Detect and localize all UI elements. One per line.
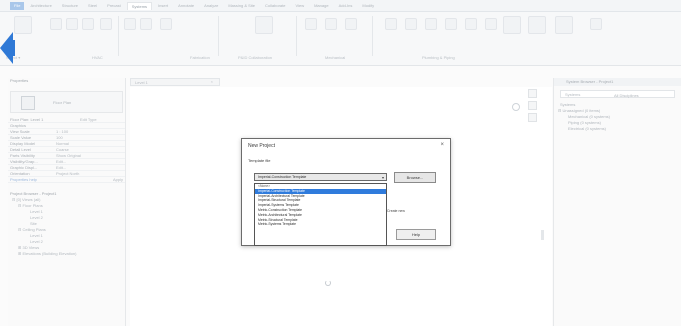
instance-selector[interactable]: Floor Plan: Level 1 [10,117,80,122]
template-select[interactable]: Imperial-Construction Template ▾ [254,173,387,181]
group-label-pid: P&ID Collaboration [238,55,273,60]
view-tab-label: Level 1 [135,80,148,85]
fabrication-settings-icon[interactable] [160,18,172,30]
tab-addins[interactable]: Add-Ins [335,2,357,10]
pointer-arrow-tail [9,40,15,56]
pan-icon[interactable] [527,113,537,122]
properties-title: Properties [10,78,29,83]
group-label-fabrication: Fabrication [190,55,210,60]
zoom-icon[interactable] [527,101,537,110]
mechanical-equipment-icon[interactable] [305,18,317,30]
template-file-label: Template file [248,158,271,163]
tab-precast[interactable]: Precast [103,2,125,10]
multi-point-routing-icon[interactable] [140,18,152,30]
create-new-label: Create new [387,209,405,213]
ribbon-separator [296,16,297,56]
type-name: Floor Plan [53,100,72,105]
tab-structure[interactable]: Structure [58,2,82,10]
navigation-bar [522,86,542,146]
ribbon-tab-bar: File Architecture Structure Steel Precas… [0,0,681,12]
pipe-fitting-icon[interactable] [445,18,457,30]
floor-plan-icon [21,96,35,110]
dialog-title: New Project [248,143,275,149]
tab-insert[interactable]: Insert [154,2,172,10]
group-label-plumbing: Plumbing & Piping [422,55,455,60]
close-icon[interactable]: × [211,79,213,84]
tab-systems[interactable]: Systems [126,1,153,10]
browse-button[interactable]: Browse... [394,172,436,183]
type-selector[interactable]: Floor Plan [10,91,123,113]
electrical-icon[interactable] [555,16,573,34]
duct-icon[interactable] [50,18,62,30]
tab-analyze[interactable]: Analyze [200,2,222,10]
pid-modeler-icon[interactable] [255,16,273,34]
full-navigation-wheel-icon[interactable] [527,89,537,98]
template-select-value: Imperial-Construction Template [258,175,307,179]
revit-window: File Architecture Structure Steel Precas… [0,0,681,326]
duct-placeholder-icon[interactable] [66,18,78,30]
system-browser-panel: System Browser - Project1 Systems All Di… [553,78,681,326]
flex-pipe-icon[interactable] [485,18,497,30]
properties-panel: Properties Floor Plan Floor Plan: Level … [8,78,126,326]
tab-collaborate[interactable]: Collaborate [261,2,289,10]
template-dropdown-list: <None> Imperial-Construction Template Im… [254,183,387,246]
tab-annotate[interactable]: Annotate [174,2,198,10]
tree-node[interactable]: ⊞ Elevations (Building Elevation) [8,251,125,257]
edit-type-button[interactable]: Edit Type [80,117,123,122]
dialog-titlebar[interactable]: New Project × [242,139,450,151]
plumbing-fixture-icon[interactable] [503,16,521,34]
group-label-hvac: HVAC [92,55,103,60]
pipe-placeholder-icon[interactable] [405,18,417,30]
mechanical-settings-icon[interactable] [345,18,357,30]
group-label-mechanical: Mechanical [325,55,346,60]
tree-node[interactable]: Electrical (0 systems) [554,126,681,132]
duct-fitting-icon[interactable] [82,18,94,30]
properties-help-link[interactable]: Properties help [10,177,56,182]
sprinkler-icon[interactable] [528,16,546,34]
tab-modify[interactable]: Modify [358,2,378,10]
ribbon-separator [372,16,373,56]
properties-footer: Properties help Apply [8,177,125,183]
close-icon[interactable]: × [440,142,444,148]
loading-spinner-icon [325,280,331,286]
ribbon-separator [118,16,119,56]
modify-tool-icon[interactable] [14,16,32,34]
fabrication-part-icon[interactable] [124,18,136,30]
parallel-pipes-icon[interactable] [425,18,437,30]
ribbon-separator [218,16,219,56]
tab-file[interactable]: File [10,1,25,10]
system-browser-title: System Browser - Project1 [554,78,681,86]
view-cube-icon[interactable] [512,103,520,111]
help-button[interactable]: Help [396,229,436,240]
tab-massing[interactable]: Massing & Site [224,2,259,10]
tab-view[interactable]: View [291,2,308,10]
pipe-accessory-icon[interactable] [465,18,477,30]
apply-button[interactable]: Apply [56,177,123,182]
chevron-down-icon[interactable]: ▾ [382,175,384,180]
canvas-scrollbar[interactable] [541,230,544,240]
air-terminal-icon[interactable] [100,18,112,30]
tab-manage[interactable]: Manage [310,2,332,10]
dropdown-option[interactable]: Metric-Systems Template [255,222,386,227]
tab-steel[interactable]: Steel [84,2,101,10]
tab-architecture[interactable]: Architecture [26,2,55,10]
view-tab[interactable]: Level 1 × [130,78,220,86]
model-icon[interactable] [590,18,602,30]
pipe-icon[interactable] [385,18,397,30]
ribbon-panel: Select ▾ HVAC Fabrication P&ID Collabora… [0,12,681,66]
mechanical-control-icon[interactable] [325,18,337,30]
